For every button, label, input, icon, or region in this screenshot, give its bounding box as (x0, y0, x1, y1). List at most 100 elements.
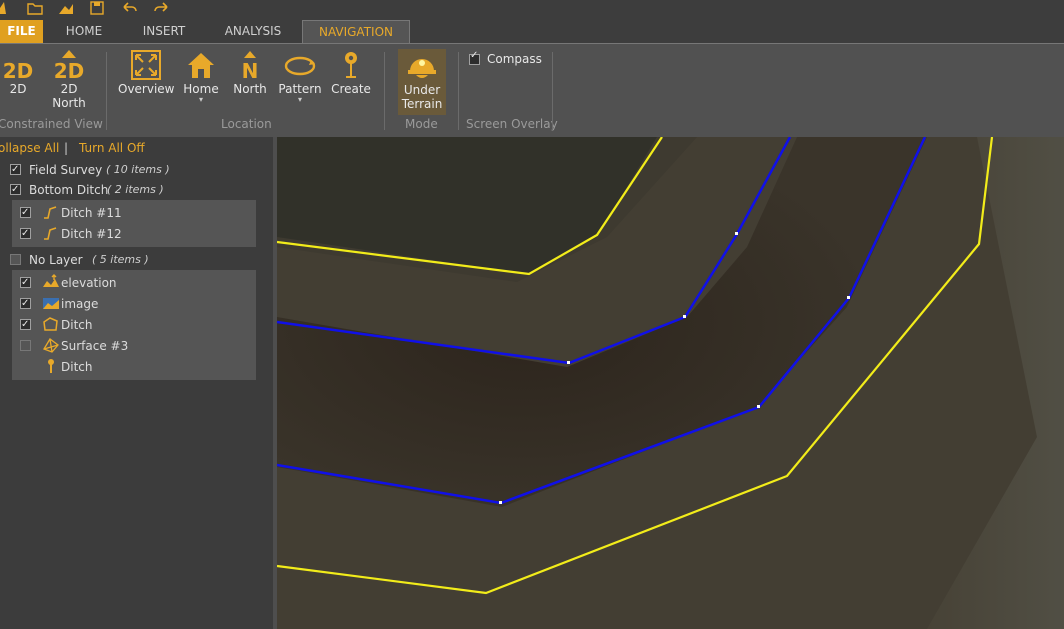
quick-access-toolbar (0, 0, 1064, 20)
item-checkbox[interactable] (20, 340, 31, 351)
ribbon-panel: 2D 2D 2D 2D North Constrained View Overv… (0, 43, 1064, 137)
create-pin-icon (345, 52, 357, 78)
tab-file[interactable]: FILE (0, 20, 43, 43)
view-2d-button[interactable]: 2D 2D (2, 50, 34, 96)
home-dropdown-caret-icon[interactable]: ▾ (182, 96, 220, 104)
layer-count: ( 5 items ) (92, 253, 149, 266)
layer-name: No Layer (29, 253, 83, 267)
home-label: Home (183, 82, 219, 96)
list-item-ditch-12[interactable]: Ditch #12 (20, 224, 250, 244)
elevation-icon (42, 274, 60, 296)
bottom-ditch-items-group: Ditch #11 Ditch #12 (12, 200, 256, 247)
item-name: Ditch #12 (61, 227, 122, 241)
redo-icon[interactable] (152, 0, 170, 19)
layer-name: Field Survey (29, 163, 103, 177)
ribbon-tab-bar: FILE HOME INSERT ANALYSIS NAVIGATION (0, 20, 1064, 43)
view-2d-icon: 2D (2, 59, 34, 83)
turn-all-off-link[interactable]: Turn All Off (79, 141, 145, 155)
overview-button[interactable]: Overview (118, 50, 175, 96)
ribbon-divider (384, 52, 385, 130)
overview-label: Overview (118, 82, 175, 96)
map-viewport[interactable] (277, 137, 1064, 629)
ribbon-divider (458, 52, 459, 130)
view-2d-north-icon: 2D (53, 59, 85, 83)
layers-panel: ollapse All | Turn All Off Field Survey … (0, 137, 273, 629)
image-icon (42, 295, 60, 317)
view-2d-north-label-line2: North (52, 96, 86, 110)
under-terrain-label-line1: Under (403, 83, 441, 97)
north-button[interactable]: N North (231, 50, 269, 96)
layer-checkbox[interactable] (10, 254, 21, 265)
polyline-icon (42, 204, 58, 226)
app-logo-icon (0, 0, 8, 19)
list-item-ditch[interactable]: Ditch (20, 315, 250, 335)
item-name: Surface #3 (61, 339, 129, 353)
layer-name: Bottom Ditch (29, 183, 109, 197)
layer-checkbox[interactable] (10, 180, 21, 200)
list-item-ditch-11[interactable]: Ditch #11 (20, 203, 250, 223)
tab-navigation[interactable]: NAVIGATION (302, 20, 410, 43)
north-label: North (233, 82, 267, 96)
layer-row-no-layer[interactable]: No Layer ( 5 items ) (10, 250, 260, 270)
layer-count: ( 10 items ) (106, 163, 170, 176)
pattern-label: Pattern (278, 82, 322, 96)
svg-text:N: N (242, 59, 259, 80)
item-name: Ditch (61, 360, 93, 374)
home-icon (188, 53, 214, 78)
item-checkbox[interactable] (20, 294, 31, 314)
pattern-button[interactable]: Pattern ▾ (278, 50, 322, 104)
compass-label: Compass (487, 52, 542, 66)
surface-icon (42, 337, 60, 359)
north-icon: N (242, 51, 259, 80)
list-item-surface-3[interactable]: Surface #3 (20, 336, 250, 356)
view-2d-label: 2D (9, 82, 27, 96)
polyline-icon (42, 225, 58, 247)
item-checkbox[interactable] (20, 315, 31, 335)
list-item-elevation[interactable]: elevation (20, 273, 250, 293)
under-terrain-helmet-icon (408, 59, 436, 78)
under-terrain-label-line2: Terrain (401, 97, 443, 111)
view-2d-north-button[interactable]: 2D 2D North (50, 50, 88, 110)
overview-expand-icon (131, 50, 161, 80)
group-label-screen-overlay: Screen Overlay (466, 117, 558, 131)
ribbon-divider (552, 52, 553, 130)
list-item-image[interactable]: image (20, 294, 250, 314)
terrain-view[interactable] (277, 137, 1064, 629)
item-checkbox[interactable] (20, 224, 31, 244)
list-item-ditch-point[interactable]: Ditch (20, 357, 250, 377)
tab-home[interactable]: HOME (58, 20, 110, 43)
home-button[interactable]: Home ▾ (182, 50, 220, 104)
undo-icon[interactable] (121, 0, 139, 19)
create-label: Create (331, 82, 371, 96)
pin-icon (42, 358, 60, 380)
pattern-orbit-icon (284, 56, 316, 76)
item-checkbox[interactable] (20, 203, 31, 223)
open-folder-icon[interactable] (26, 0, 44, 19)
save-icon[interactable] (89, 0, 105, 19)
edit-terrain-icon[interactable] (57, 0, 75, 19)
layer-row-field-survey[interactable]: Field Survey ( 10 items ) (10, 160, 260, 180)
compass-checkbox[interactable] (469, 50, 480, 65)
view-2d-north-label-line1: 2D (60, 82, 78, 96)
item-name: Ditch (61, 318, 93, 332)
layer-checkbox[interactable] (10, 160, 21, 180)
no-layer-items-group: elevation image Ditch Surface #3 Ditch (12, 270, 256, 380)
group-label-mode: Mode (405, 117, 438, 131)
item-name: image (61, 297, 99, 311)
item-name: Ditch #11 (61, 206, 122, 220)
ribbon-divider (106, 52, 107, 130)
tab-insert[interactable]: INSERT (132, 20, 196, 43)
create-button[interactable]: Create (330, 50, 372, 96)
tab-analysis[interactable]: ANALYSIS (216, 20, 290, 43)
layer-row-bottom-ditch[interactable]: Bottom Ditch ( 2 items ) (10, 180, 260, 200)
collapse-all-link[interactable]: ollapse All (0, 141, 59, 155)
under-terrain-button[interactable]: Under Terrain (398, 49, 446, 115)
item-checkbox[interactable] (20, 273, 31, 293)
polygon-icon (42, 316, 60, 338)
pattern-dropdown-caret-icon[interactable]: ▾ (278, 96, 322, 104)
layer-count: ( 2 items ) (107, 183, 164, 196)
group-label-constrained-view: Constrained View (0, 117, 103, 131)
group-label-location: Location (221, 117, 272, 131)
link-separator: | (64, 141, 69, 155)
item-name: elevation (61, 276, 117, 290)
